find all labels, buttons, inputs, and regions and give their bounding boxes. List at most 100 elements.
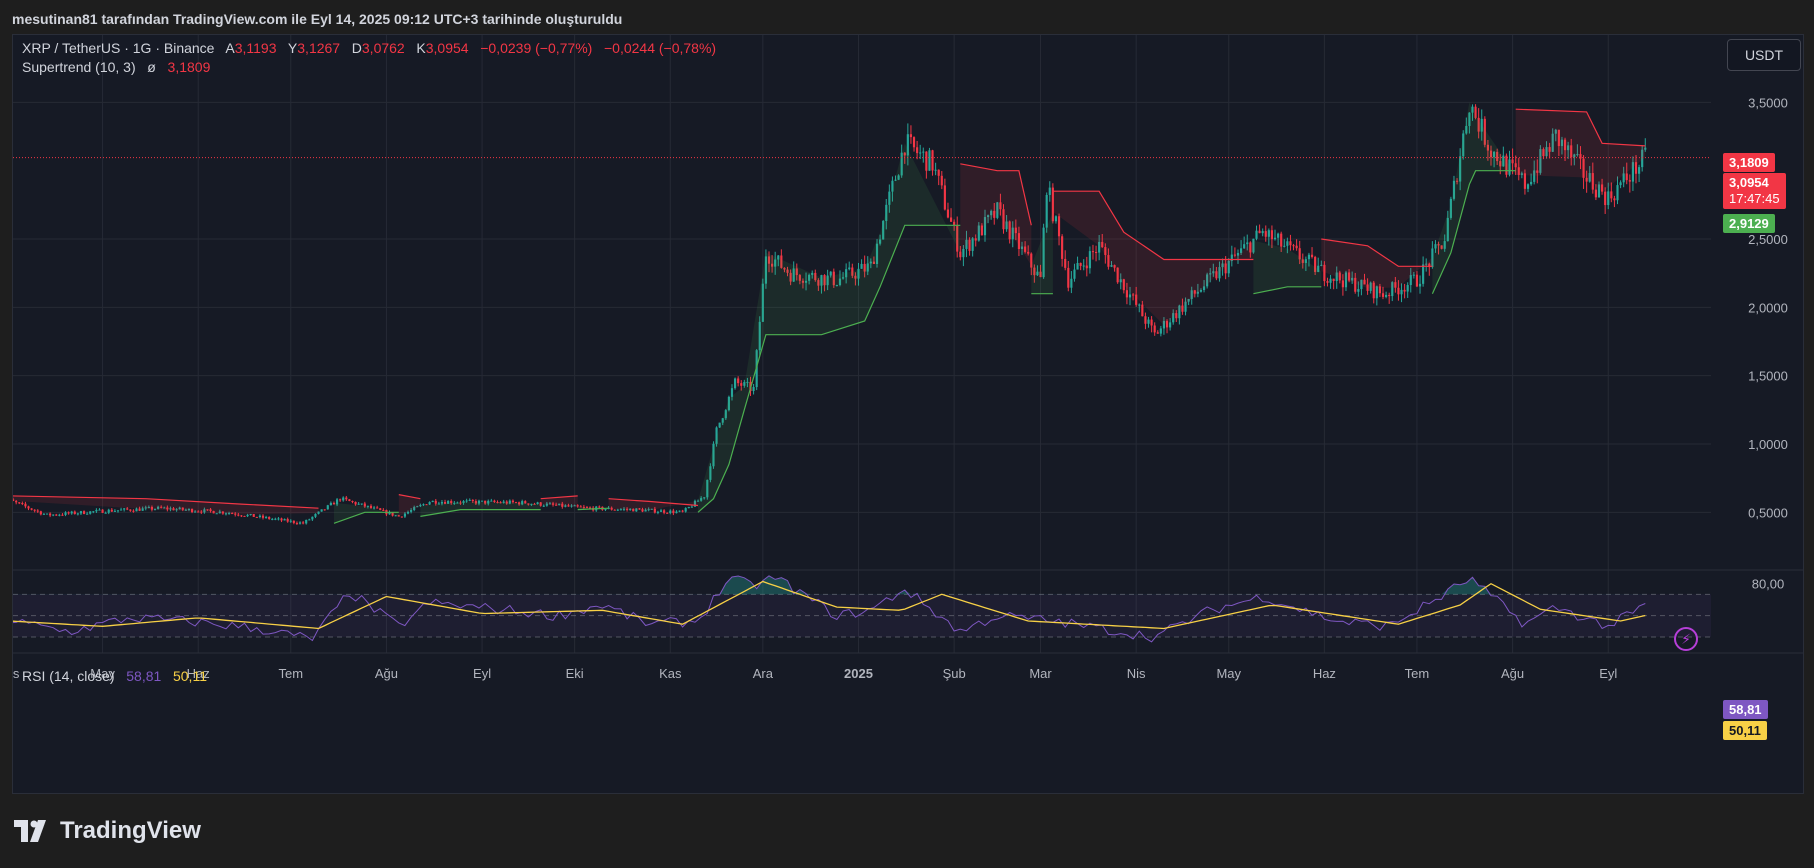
candle-body bbox=[681, 510, 684, 512]
candle-body bbox=[49, 513, 52, 516]
candle-body bbox=[829, 271, 832, 276]
x-tick-label: Nis bbox=[13, 666, 20, 681]
candle-body bbox=[73, 511, 76, 514]
candle-body bbox=[971, 238, 974, 251]
change-value-2: −0,0244 (−0,78%) bbox=[604, 40, 717, 56]
candle-body bbox=[928, 150, 931, 171]
candle-body bbox=[1341, 280, 1344, 288]
candle-body bbox=[1526, 184, 1530, 189]
candle-body bbox=[308, 519, 311, 521]
low-value: 3,0762 bbox=[361, 40, 405, 56]
candle-body bbox=[604, 509, 607, 511]
rsi-tag: 58,81 bbox=[1723, 700, 1768, 719]
candle-body bbox=[79, 511, 83, 514]
rsi-legend[interactable]: RSI (14, close) 58,81 50,11 bbox=[22, 668, 207, 684]
candle-body bbox=[1397, 287, 1400, 295]
candle-body bbox=[323, 509, 326, 511]
candle-body bbox=[1375, 286, 1378, 299]
candle-body bbox=[101, 509, 104, 513]
candle-body bbox=[690, 506, 693, 508]
candle-body bbox=[598, 506, 601, 508]
candle-body bbox=[27, 506, 30, 509]
candle-body bbox=[916, 147, 919, 154]
candle-body bbox=[490, 500, 493, 502]
x-tick-label: Tem bbox=[1405, 666, 1430, 681]
candle-body bbox=[261, 515, 265, 518]
candle-body bbox=[465, 500, 468, 502]
candle-body bbox=[45, 513, 49, 515]
candle-body bbox=[82, 511, 86, 514]
candle-body bbox=[666, 512, 669, 514]
candle-body bbox=[126, 508, 129, 510]
supertrend-line-up bbox=[697, 224, 961, 513]
chart-canvas[interactable]: Nis May Haz Tem Ağu Eyl Eki Kas Ara 2025 Şub Mar Nis… bbox=[13, 35, 1803, 793]
candle-body bbox=[1326, 281, 1329, 283]
candle-body bbox=[678, 510, 681, 512]
candle-body bbox=[656, 511, 660, 513]
candle-body bbox=[339, 499, 342, 501]
candle-body bbox=[1246, 242, 1249, 245]
candle-body bbox=[274, 518, 277, 520]
candle-body bbox=[67, 512, 70, 514]
candle-body bbox=[1088, 251, 1091, 269]
candle-body bbox=[1286, 241, 1289, 246]
candle-body bbox=[1233, 254, 1236, 256]
candle-body bbox=[382, 509, 385, 511]
candle-body bbox=[922, 151, 925, 153]
x-tick-label: Mar bbox=[1029, 666, 1052, 681]
candle-body bbox=[342, 497, 345, 501]
candle-body bbox=[1091, 251, 1095, 253]
candle-body bbox=[1406, 285, 1409, 292]
candle-body bbox=[58, 514, 61, 516]
candle-body bbox=[360, 503, 363, 505]
candle-body bbox=[76, 513, 79, 515]
candle-body bbox=[1415, 274, 1419, 287]
candle-body bbox=[271, 518, 274, 520]
rsi-overbought-fill bbox=[13, 575, 1646, 595]
candle-body bbox=[36, 510, 39, 512]
supertrend-legend[interactable]: Supertrend (10, 3) ø 3,1809 bbox=[22, 59, 210, 75]
candle-body bbox=[1628, 180, 1631, 182]
candle-body bbox=[752, 387, 755, 392]
supertrend-fill-up bbox=[1031, 211, 1053, 294]
y-tick-label: 3,5000 bbox=[1748, 95, 1788, 110]
candle-body bbox=[1125, 290, 1128, 298]
supertrend-value: 3,1809 bbox=[167, 59, 211, 75]
candle-body bbox=[953, 221, 956, 225]
currency-button[interactable]: USDT bbox=[1727, 39, 1801, 71]
candle-body bbox=[240, 515, 243, 517]
change-value: −0,0239 (−0,77%) bbox=[480, 40, 593, 56]
candle-body bbox=[277, 518, 280, 520]
candle-body bbox=[1610, 191, 1613, 199]
candle-body bbox=[1280, 233, 1283, 247]
candle-body bbox=[329, 502, 332, 506]
candle-body bbox=[1530, 181, 1533, 185]
candle-body bbox=[579, 506, 582, 508]
rsi-ma-tag: 50,11 bbox=[1723, 721, 1767, 740]
chart-caption: mesutinan81 tarafından TradingView.com i… bbox=[12, 11, 623, 27]
candle-body bbox=[848, 267, 851, 270]
candle-body bbox=[132, 510, 135, 512]
candle-body bbox=[471, 499, 474, 502]
candle-body bbox=[280, 518, 283, 521]
candle-body bbox=[1381, 293, 1385, 297]
chart-frame[interactable]: Nis May Haz Tem Ağu Eyl Eki Kas Ara 2025 Şub Mar Nis… bbox=[12, 34, 1804, 794]
candle-body bbox=[949, 217, 953, 222]
candle-body bbox=[95, 509, 98, 512]
candle-body bbox=[283, 519, 286, 521]
supertrend-fill-down bbox=[1052, 191, 1254, 326]
open-value: 3,1193 bbox=[234, 40, 277, 56]
candle-body bbox=[659, 510, 663, 512]
candle-body bbox=[428, 502, 431, 505]
candle-body bbox=[1357, 289, 1360, 292]
candle-body bbox=[1094, 252, 1098, 254]
candle-body bbox=[255, 516, 258, 518]
candle-body bbox=[1604, 191, 1607, 206]
candle-body bbox=[1061, 236, 1064, 259]
candle-body bbox=[542, 505, 545, 507]
candle-body bbox=[21, 502, 24, 504]
candle-body bbox=[320, 509, 323, 512]
candle-body bbox=[1067, 267, 1070, 288]
symbol-label[interactable]: XRP / TetherUS · 1G · Binance bbox=[22, 40, 214, 56]
lightning-icon[interactable]: ⚡ bbox=[1674, 627, 1698, 651]
